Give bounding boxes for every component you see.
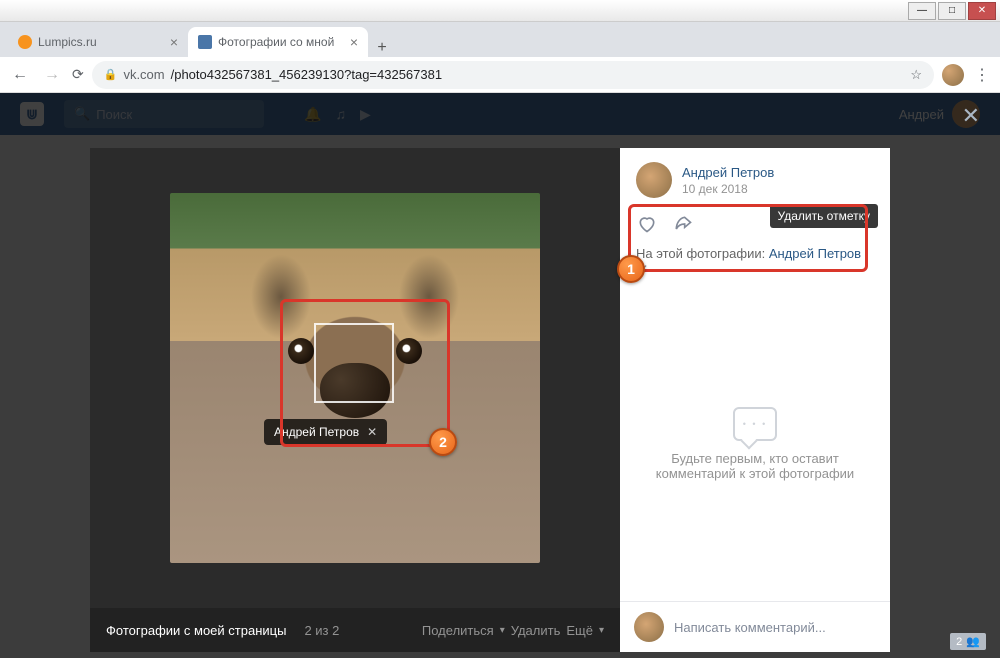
tab-lumpics[interactable]: Lumpics.ru × <box>8 27 188 57</box>
scroll-badge[interactable]: 2 👥 <box>950 633 986 650</box>
comments-empty-state: Будьте первым, кто оставит комментарий к… <box>620 286 890 601</box>
share-link[interactable]: Поделиться <box>422 623 494 638</box>
photo-actions: Поделиться ▾ Удалить Ещё ▾ <box>422 623 604 638</box>
profile-avatar-icon[interactable] <box>942 64 964 86</box>
tagged-person-link[interactable]: Андрей Петров <box>769 246 861 261</box>
author-name-link[interactable]: Андрей Петров <box>682 165 774 180</box>
like-button[interactable] <box>636 214 658 234</box>
lock-icon: 🔒 <box>104 68 118 81</box>
address-bar[interactable]: 🔒 vk.com/photo432567381_456239130?tag=43… <box>92 61 934 89</box>
tab-vk-photos[interactable]: Фотографии со мной × <box>188 27 368 57</box>
photo-tag-box[interactable] <box>314 323 394 403</box>
tag-name: Андрей Петров <box>274 425 359 439</box>
share-button[interactable] <box>672 214 694 234</box>
photo-counter: 2 из 2 <box>304 623 339 638</box>
photo-author: Андрей Петров 10 дек 2018 <box>620 148 890 208</box>
tag-remove-icon[interactable]: ✕ <box>367 425 377 439</box>
window-minimize-button[interactable]: — <box>908 2 936 20</box>
window-titlebar: — □ ✕ <box>0 0 1000 22</box>
chevron-down-icon: ▾ <box>599 625 604 636</box>
remove-tag-tooltip: Удалить отметку <box>770 204 878 228</box>
back-button[interactable]: ← <box>8 66 32 84</box>
overlay-close-button[interactable]: ✕ <box>962 103 980 129</box>
page-content: ⋓ 🔍 Поиск 🔔 ♫ ▶ Андрей ⌂М ▦Н ✉С 👤Д 👥М 📷Ф… <box>0 93 1000 658</box>
empty-text: Будьте первым, кто оставит комментарий к… <box>650 451 860 481</box>
photo-frame: Андрей Петров ✕ 2 <box>90 148 620 608</box>
author-avatar-icon[interactable] <box>636 162 672 198</box>
photo-detail <box>288 338 314 364</box>
more-link[interactable]: Ещё <box>566 623 593 638</box>
browser-toolbar: ← → ⟳ 🔒 vk.com/photo432567381_456239130?… <box>0 57 1000 93</box>
remove-tag-button[interactable]: ✕ <box>638 262 648 276</box>
photo-info-panel: Андрей Петров 10 дек 2018 На этой фотогр… <box>620 148 890 652</box>
vk-favicon-icon <box>198 35 212 49</box>
tagged-label: На этой фотографии: <box>636 246 765 261</box>
photo-detail <box>396 338 422 364</box>
photo-tag-label[interactable]: Андрей Петров ✕ <box>264 419 387 445</box>
window-maximize-button[interactable]: □ <box>938 2 966 20</box>
tab-close-icon[interactable]: × <box>350 34 358 50</box>
browser-tabs: Lumpics.ru × Фотографии со мной × + <box>0 22 1000 57</box>
window-close-button[interactable]: ✕ <box>968 2 996 20</box>
tagged-people: На этой фотографии: Андрей Петров ✕ <box>620 242 890 286</box>
comment-input[interactable]: Написать комментарий... <box>674 620 826 635</box>
photo-viewer: Андрей Петров ✕ 2 Фотографии с моей стра… <box>90 148 890 652</box>
comment-bubble-icon <box>733 407 777 441</box>
bookmark-star-icon[interactable]: ☆ <box>910 67 922 83</box>
photo-image[interactable]: Андрей Петров ✕ 2 <box>170 193 540 563</box>
reload-button[interactable]: ⟳ <box>72 66 84 83</box>
photo-panel: Андрей Петров ✕ 2 Фотографии с моей стра… <box>90 148 620 652</box>
forward-button[interactable]: → <box>40 66 64 84</box>
tab-label: Фотографии со мной <box>218 35 334 49</box>
new-tab-button[interactable]: + <box>368 39 396 57</box>
tab-close-icon[interactable]: × <box>170 34 178 50</box>
photo-date: 10 дек 2018 <box>682 182 774 196</box>
delete-link[interactable]: Удалить <box>511 623 561 638</box>
tab-label: Lumpics.ru <box>38 35 97 49</box>
lumpics-favicon-icon <box>18 35 32 49</box>
photo-bottom-bar: Фотографии с моей страницы 2 из 2 Подели… <box>90 608 620 652</box>
url-host: vk.com <box>123 67 164 82</box>
browser-menu-button[interactable]: ⋮ <box>972 65 992 85</box>
commenter-avatar-icon <box>634 612 664 642</box>
chevron-down-icon: ▾ <box>500 625 505 636</box>
annotation-step-2: 2 <box>429 428 457 456</box>
album-title: Фотографии с моей страницы <box>106 623 286 638</box>
url-path: /photo432567381_456239130?tag=432567381 <box>171 67 442 82</box>
people-icon: 👥 <box>966 635 980 648</box>
comment-input-row: Написать комментарий... <box>620 601 890 652</box>
badge-count: 2 <box>956 636 962 648</box>
